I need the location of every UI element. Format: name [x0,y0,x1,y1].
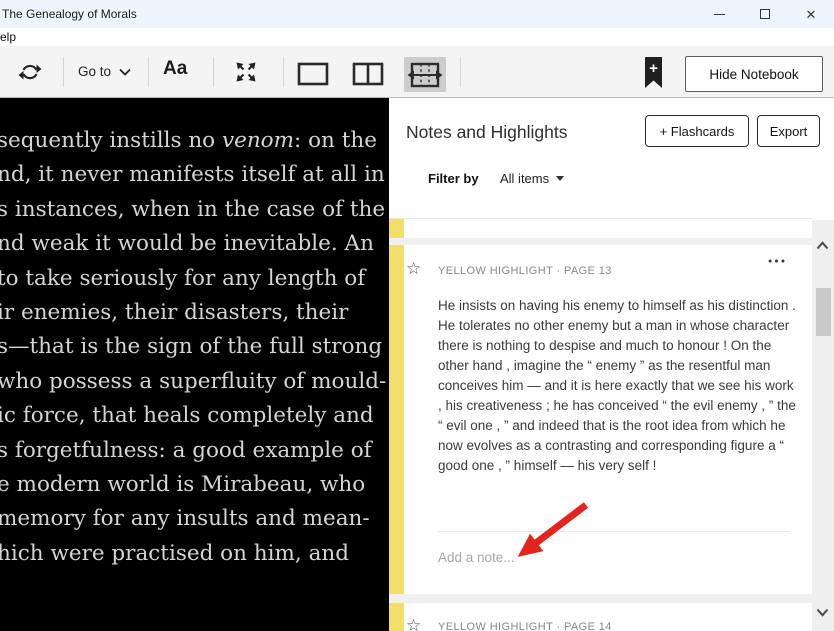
scrollbar-track[interactable] [812,220,834,631]
flashcards-label: + Flashcards [659,123,735,139]
menu-item-help[interactable]: elp [0,30,16,44]
filter-by-label: Filter by [428,171,479,186]
book-text-line: memory for any insults and mean- [0,506,370,532]
highlight-color-stripe [389,603,404,631]
close-icon: ✕ [805,6,817,22]
toolbar: Go to Aa + Hide Notebook [0,46,834,98]
flashcards-button[interactable]: + Flashcards [645,115,749,147]
chevron-down-icon [119,68,131,76]
minimize-button[interactable] [696,0,742,28]
toolbar-divider [63,57,64,87]
hide-notebook-label: Hide Notebook [709,66,799,82]
add-note-field[interactable]: Add a note... [438,550,515,565]
star-icon[interactable]: ☆ [406,616,421,631]
overflow-menu-icon[interactable]: ●●● [768,258,787,265]
highlight-card-next: ☆ YELLOW HIGHLIGHT · PAGE 14 [389,603,812,631]
highlight-color-stripe [389,245,404,594]
toolbar-divider [213,57,214,87]
caret-down-icon [556,176,565,181]
toolbar-divider [148,57,149,87]
maximize-button[interactable] [742,0,788,28]
book-text-line: s forgetfulness: a good example of [0,437,372,463]
goto-dropdown[interactable]: Go to [78,64,131,79]
book-text-line: s—that is the sign of the full strong [0,334,383,360]
window-title: The Genealogy of Morals [2,7,137,21]
app-window: The Genealogy of Morals ✕ elp Go to Aa +… [0,0,834,631]
toolbar-divider [283,57,284,87]
goto-label: Go to [78,64,112,79]
book-text-line: sequently instills no venom: on the [0,128,377,153]
filter-value: All items [500,171,550,186]
highlight-card-partial [389,219,812,238]
sync-icon[interactable] [18,61,42,88]
book-page[interactable]: sequently instills no venom: on the nd, … [0,98,389,631]
book-text-line: nd, it never manifests itself at all in [0,162,385,188]
book-text-line: ic force, that heals completely and [0,403,374,429]
card-divider [389,238,812,245]
panel-title: Notes and Highlights [406,122,568,142]
note-divider [438,531,790,532]
highlight-label: YELLOW HIGHLIGHT · PAGE 14 [438,621,612,631]
continuous-scroll-icon [407,62,443,87]
card-divider [389,594,812,603]
book-text: sequently instills no venom: on the nd, … [0,124,386,571]
book-text-line: e modern world is Mirabeau, who [0,472,366,498]
toolbar-divider [460,57,461,87]
book-text-line: who possess a superfluity of mould- [0,368,387,394]
notebook-panel: Notes and Highlights + Flashcards Export… [389,98,834,631]
highlight-text[interactable]: He insists on having his enemy to himsel… [438,296,796,476]
scroll-down-icon[interactable] [816,604,829,622]
scroll-up-icon[interactable] [816,237,829,255]
bookmark-icon[interactable]: + [645,57,662,88]
filter-dropdown[interactable]: All items [500,171,565,186]
book-text-line: hich were practised on him, and [0,540,350,566]
font-settings-button[interactable]: Aa [163,58,187,80]
highlight-card: ☆ YELLOW HIGHLIGHT · PAGE 13 ●●● He insi… [389,245,812,594]
maximize-icon [760,9,770,19]
fullscreen-icon[interactable] [234,60,258,89]
scrollbar-thumb[interactable] [816,288,831,336]
hide-notebook-button[interactable]: Hide Notebook [685,56,823,92]
bookmark-plus-glyph: + [649,60,658,77]
book-text-line: nd weak it would be inevitable. An [0,231,374,257]
book-text-line: s instances, when in the case of the [0,196,386,222]
export-button[interactable]: Export [757,115,820,147]
close-button[interactable]: ✕ [788,0,834,28]
book-text-line: ir enemies, their disasters, their [0,300,349,326]
two-column-layout-icon[interactable] [351,62,385,91]
minimize-icon [713,13,725,15]
single-page-layout-icon[interactable] [296,62,330,91]
highlight-label: YELLOW HIGHLIGHT · PAGE 13 [438,265,612,277]
export-label: Export [769,123,808,139]
continuous-scroll-layout-button-selected[interactable] [404,57,446,92]
star-icon[interactable]: ☆ [406,259,421,279]
book-text-line: to take seriously for any length of [0,265,366,291]
menu-bar: elp [0,28,834,46]
highlight-color-stripe [389,219,404,238]
title-bar: The Genealogy of Morals ✕ [0,0,834,28]
window-controls: ✕ [696,0,834,28]
